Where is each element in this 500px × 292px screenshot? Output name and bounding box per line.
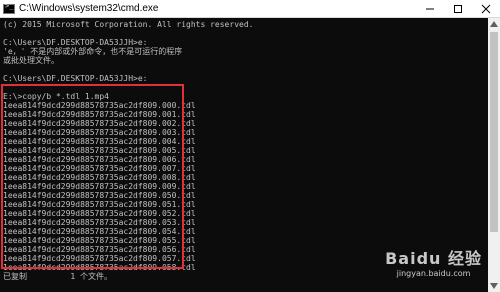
scroll-down-button[interactable] [488, 280, 500, 292]
arrow-up-icon [490, 21, 498, 27]
copy-summary-line: 已复制 1 个文件。 [3, 272, 112, 281]
cmd-app-icon[interactable] [3, 2, 15, 14]
arrow-down-icon [490, 283, 498, 289]
console-line: (c) 2015 Microsoft Corporation. All righ… [3, 20, 254, 29]
console-line: 或批处理文件。 [3, 56, 59, 65]
console-line: 'e，' 不是内部或外部命令，也不是可运行的程序 [3, 47, 183, 56]
maximize-icon [454, 5, 462, 13]
scroll-thumb[interactable] [490, 32, 498, 232]
minimize-icon [426, 8, 434, 10]
minimize-button[interactable] [416, 0, 444, 18]
console-line: C:\Users\DF.DESKTOP-DA53JJH>e: [3, 38, 148, 47]
window-title: C:\Windows\system32\cmd.exe [19, 3, 159, 14]
maximize-button[interactable] [444, 0, 472, 18]
close-button[interactable] [472, 0, 500, 18]
baidu-jingyan-watermark: Baidu 经验 jingyan.baidu.com [385, 245, 482, 278]
vertical-scrollbar[interactable] [488, 18, 500, 292]
watermark-url: jingyan.baidu.com [396, 269, 471, 278]
close-icon [481, 4, 491, 14]
window-title-bar[interactable]: C:\Windows\system32\cmd.exe [0, 0, 500, 18]
highlight-box [1, 84, 184, 269]
console-line: C:\Users\DF.DESKTOP-DA53JJH>e: [3, 74, 148, 83]
watermark-logo: Baidu 经验 [385, 249, 482, 268]
scroll-up-button[interactable] [488, 18, 500, 30]
window-controls [416, 0, 500, 18]
